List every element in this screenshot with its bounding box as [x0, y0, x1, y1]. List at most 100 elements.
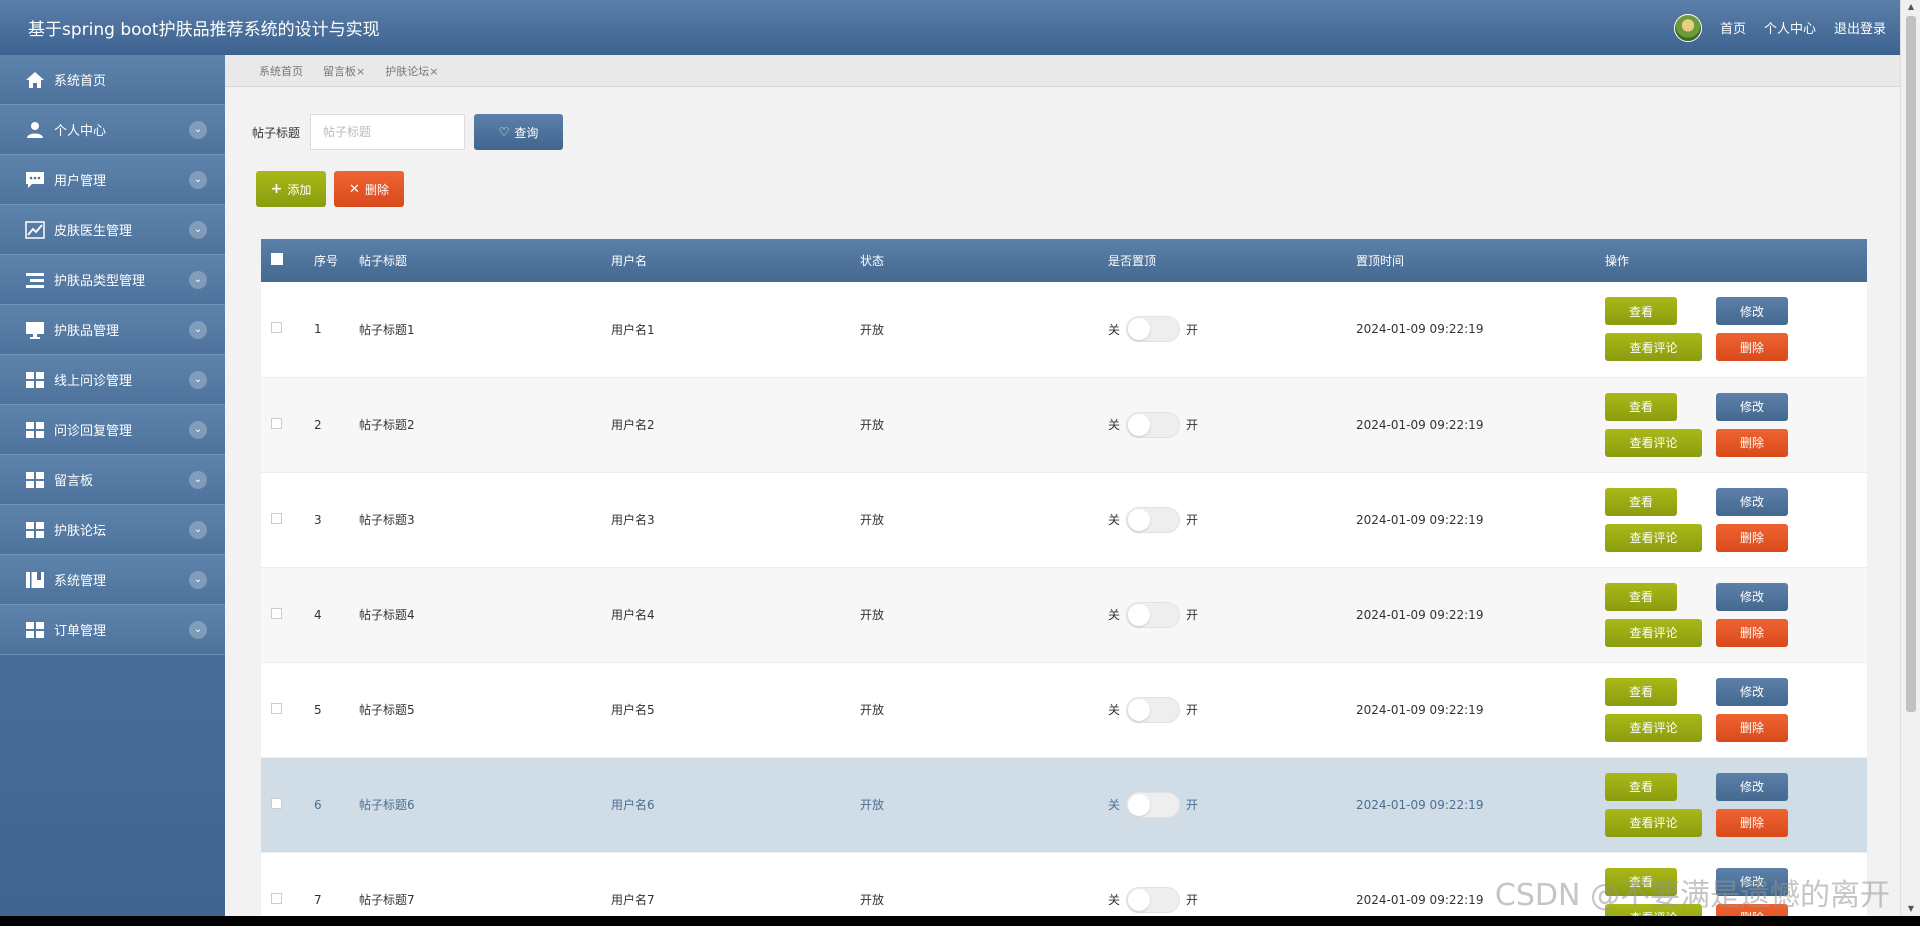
logout-link[interactable]: 退出登录	[1834, 18, 1886, 37]
row-index: 3	[314, 512, 322, 527]
edit-button[interactable]: 修改	[1716, 487, 1788, 516]
search-input[interactable]	[310, 114, 466, 150]
sidebar-item-6[interactable]: 线上问诊管理 ⌄	[0, 355, 225, 405]
view-comments-button[interactable]: 查看评论	[1605, 333, 1702, 362]
row-delete-button[interactable]: 删除	[1716, 428, 1788, 457]
chevron-down-icon[interactable]: ⌄	[189, 520, 207, 539]
chevron-down-icon[interactable]: ⌄	[189, 120, 207, 139]
row-delete-button[interactable]: 删除	[1716, 713, 1788, 742]
sidebar-item-1[interactable]: 个人中心 ⌄	[0, 105, 225, 155]
sidebar-item-label: 线上问诊管理	[54, 374, 133, 389]
chat-icon	[24, 170, 46, 190]
avatar[interactable]	[1673, 13, 1702, 42]
sidebar-item-label: 个人中心	[54, 124, 107, 139]
row-checkbox[interactable]	[271, 702, 282, 714]
row-checkbox[interactable]	[271, 512, 282, 524]
view-button[interactable]: 查看	[1605, 582, 1677, 611]
sidebar-item-5[interactable]: 护肤品管理 ⌄	[0, 305, 225, 355]
view-comments-button[interactable]: 查看评论	[1605, 903, 1702, 916]
pin-toggle[interactable]	[1126, 316, 1181, 343]
switch-on-label: 开	[1186, 798, 1199, 812]
pin-toggle[interactable]	[1126, 601, 1181, 628]
edit-button[interactable]: 修改	[1716, 297, 1788, 326]
pin-toggle[interactable]	[1126, 411, 1181, 438]
chevron-down-icon[interactable]: ⌄	[189, 620, 207, 639]
row-checkbox[interactable]	[271, 607, 282, 619]
tab-message-board[interactable]: 留言板×	[323, 63, 365, 79]
chevron-down-icon[interactable]: ⌄	[189, 320, 207, 339]
row-delete-button[interactable]: 删除	[1716, 618, 1788, 647]
row-delete-button[interactable]: 删除	[1716, 523, 1788, 552]
edit-button[interactable]: 修改	[1716, 677, 1788, 706]
edit-button[interactable]: 修改	[1716, 772, 1788, 801]
pin-toggle[interactable]	[1126, 791, 1181, 818]
view-button[interactable]: 查看	[1605, 772, 1677, 801]
grid-icon	[24, 370, 46, 390]
chevron-down-icon[interactable]: ⌄	[189, 370, 207, 389]
view-button[interactable]: 查看	[1605, 487, 1677, 516]
search-label: 帖子标题	[252, 125, 301, 140]
edit-button[interactable]: 修改	[1716, 582, 1788, 611]
view-button[interactable]: 查看	[1605, 677, 1677, 706]
view-comments-button[interactable]: 查看评论	[1605, 713, 1702, 742]
sidebar-item-2[interactable]: 用户管理 ⌄	[0, 155, 225, 205]
view-comments-button[interactable]: 查看评论	[1605, 523, 1702, 552]
pin-toggle[interactable]	[1126, 886, 1181, 913]
add-button[interactable]: + 添加	[256, 171, 326, 207]
row-index: 1	[314, 322, 322, 337]
col-index: 序号	[314, 254, 339, 268]
grid-icon	[24, 620, 46, 640]
query-button[interactable]: ♡ 查询	[474, 114, 564, 150]
switch-off-label: 关	[1108, 703, 1121, 717]
view-button[interactable]: 查看	[1605, 867, 1677, 896]
select-all-checkbox[interactable]	[271, 253, 283, 265]
tab-home[interactable]: 系统首页	[259, 63, 303, 79]
edit-button[interactable]: 修改	[1716, 392, 1788, 421]
sidebar-item-4[interactable]: 护肤品类型管理 ⌄	[0, 255, 225, 305]
chevron-down-icon[interactable]: ⌄	[189, 420, 207, 439]
home-link[interactable]: 首页	[1720, 18, 1746, 37]
row-delete-button[interactable]: 删除	[1716, 333, 1788, 362]
chevron-down-icon[interactable]: ⌄	[189, 170, 207, 189]
row-delete-button[interactable]: 删除	[1716, 903, 1788, 916]
chevron-down-icon[interactable]: ⌄	[189, 220, 207, 239]
chevron-down-icon[interactable]: ⌄	[189, 470, 207, 489]
scroll-down-icon[interactable]: ▼	[1906, 904, 1916, 914]
row-checkbox[interactable]	[271, 417, 282, 429]
row-actions: 查看 修改查看评论删除	[1605, 487, 1795, 552]
row-status: 开放	[860, 893, 885, 907]
row-delete-button[interactable]: 删除	[1716, 808, 1788, 837]
scroll-up-icon[interactable]: ▲	[1906, 2, 1916, 12]
view-button[interactable]: 查看	[1605, 392, 1677, 421]
row-checkbox[interactable]	[271, 892, 282, 904]
switch-off-label: 关	[1108, 798, 1121, 812]
chevron-down-icon[interactable]: ⌄	[189, 570, 207, 589]
row-checkbox[interactable]	[271, 797, 282, 809]
view-comments-button[interactable]: 查看评论	[1605, 618, 1702, 647]
sidebar-item-9[interactable]: 护肤论坛 ⌄	[0, 505, 225, 555]
sidebar-item-10[interactable]: 系统管理 ⌄	[0, 555, 225, 605]
switch-off-label: 关	[1108, 513, 1121, 527]
row-username: 用户名6	[611, 798, 655, 812]
sidebar-item-8[interactable]: 留言板 ⌄	[0, 455, 225, 505]
pin-toggle[interactable]	[1126, 506, 1181, 533]
view-comments-button[interactable]: 查看评论	[1605, 428, 1702, 457]
chevron-down-icon[interactable]: ⌄	[189, 270, 207, 289]
view-comments-button[interactable]: 查看评论	[1605, 808, 1702, 837]
edit-button[interactable]: 修改	[1716, 867, 1788, 896]
row-index: 2	[314, 417, 322, 432]
vertical-scrollbar[interactable]: ▲ ▼	[1900, 0, 1920, 916]
view-button[interactable]: 查看	[1605, 297, 1677, 326]
profile-link[interactable]: 个人中心	[1764, 18, 1816, 37]
sidebar-item-7[interactable]: 问诊回复管理 ⌄	[0, 405, 225, 455]
row-pin-time: 2024-01-09 09:22:19	[1356, 892, 1484, 907]
pin-toggle[interactable]	[1126, 696, 1181, 723]
delete-button[interactable]: ✕ 删除	[334, 171, 404, 207]
sidebar-item-0[interactable]: 系统首页	[0, 55, 225, 105]
row-checkbox[interactable]	[271, 322, 282, 334]
tab-skincare-forum[interactable]: 护肤论坛×	[385, 63, 438, 79]
scroll-thumb[interactable]	[1906, 16, 1916, 712]
sidebar-item-3[interactable]: 皮肤医生管理 ⌄	[0, 205, 225, 255]
row-status: 开放	[860, 798, 885, 812]
sidebar-item-11[interactable]: 订单管理 ⌄	[0, 605, 225, 655]
